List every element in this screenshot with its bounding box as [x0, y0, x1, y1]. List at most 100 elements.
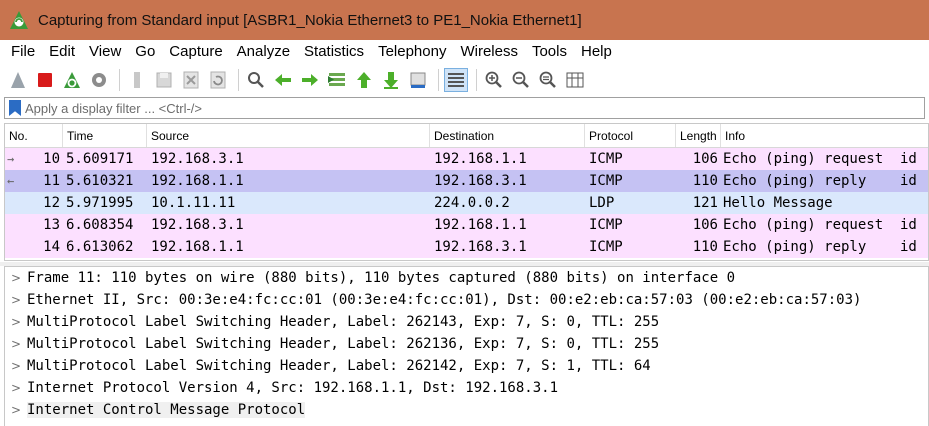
- column-header-destination[interactable]: Destination: [430, 124, 585, 147]
- packet-protocol: LDP: [589, 195, 615, 211]
- go-last-button[interactable]: [379, 68, 403, 92]
- packet-time: 5.610321: [66, 173, 134, 189]
- menu-file[interactable]: File: [4, 40, 42, 64]
- packet-destination: 192.168.3.1: [434, 173, 527, 189]
- go-back-button[interactable]: [271, 68, 295, 92]
- open-file-icon: [134, 72, 140, 88]
- capture-options-button[interactable]: [87, 68, 111, 92]
- zoom-out-icon: [512, 71, 529, 88]
- stop-capture-button[interactable]: [33, 68, 57, 92]
- go-last-packet-icon: [384, 72, 398, 89]
- colorize-icon: [448, 73, 464, 87]
- tree-item-label: Internet Control Message Protocol: [27, 402, 306, 418]
- column-header-no[interactable]: No.: [5, 124, 63, 147]
- packet-list: No. Time Source Destination Protocol Len…: [4, 123, 929, 261]
- menu-telephony[interactable]: Telephony: [371, 40, 453, 64]
- packet-protocol: ICMP: [589, 239, 623, 255]
- resize-columns-button[interactable]: [563, 68, 587, 92]
- tree-item-ethernet[interactable]: > Ethernet II, Src: 00:3e:e4:fc:cc:01 (0…: [5, 289, 928, 311]
- menu-help[interactable]: Help: [574, 40, 619, 64]
- packet-list-header: No. Time Source Destination Protocol Len…: [5, 124, 928, 148]
- tree-item-ipv4[interactable]: > Internet Protocol Version 4, Src: 192.…: [5, 377, 928, 399]
- reply-arrow-icon: ←: [7, 174, 15, 188]
- packet-source: 192.168.3.1: [151, 151, 244, 167]
- column-header-source[interactable]: Source: [147, 124, 430, 147]
- tree-item-label: MultiProtocol Label Switching Header, La…: [27, 336, 660, 352]
- menu-view[interactable]: View: [82, 40, 128, 64]
- packet-length: 110: [692, 239, 718, 255]
- expand-chevron-icon[interactable]: >: [5, 359, 27, 373]
- reload-file-button[interactable]: [206, 68, 230, 92]
- tree-item-mpls-1[interactable]: > MultiProtocol Label Switching Header, …: [5, 311, 928, 333]
- packet-time: 6.608354: [66, 217, 134, 233]
- go-first-button[interactable]: [352, 68, 376, 92]
- table-row[interactable]: ← 11 5.610321 192.168.1.1 192.168.3.1 ICM…: [5, 170, 928, 192]
- packet-protocol: ICMP: [589, 217, 623, 233]
- column-header-length[interactable]: Length: [676, 124, 721, 147]
- colorize-button[interactable]: [444, 68, 468, 92]
- find-packet-button[interactable]: [244, 68, 268, 92]
- table-row[interactable]: → 10 5.609171 192.168.3.1 192.168.1.1 ICM…: [5, 148, 928, 170]
- restart-capture-icon: [64, 72, 80, 88]
- packet-details-tree: > Frame 11: 110 bytes on wire (880 bits)…: [4, 266, 929, 426]
- table-row[interactable]: 14 6.613062 192.168.1.1 192.168.3.1 ICMP…: [5, 236, 928, 258]
- packet-info: Echo (ping) reply id: [723, 239, 917, 255]
- display-filter-input[interactable]: [25, 99, 885, 117]
- column-header-protocol[interactable]: Protocol: [585, 124, 676, 147]
- expand-chevron-icon[interactable]: >: [5, 337, 27, 351]
- filter-bookmark-icon[interactable]: [9, 100, 21, 116]
- toolbar-separator: [119, 69, 120, 91]
- find-packet-icon: [248, 72, 264, 88]
- expand-chevron-icon[interactable]: >: [5, 381, 27, 395]
- table-row[interactable]: 12 5.971995 10.1.11.11 224.0.0.2 LDP 121…: [5, 192, 928, 214]
- menu-wireless[interactable]: Wireless: [453, 40, 525, 64]
- save-file-button[interactable]: [152, 68, 176, 92]
- restart-capture-button[interactable]: [60, 68, 84, 92]
- tree-item-mpls-3[interactable]: > MultiProtocol Label Switching Header, …: [5, 355, 928, 377]
- close-file-button[interactable]: [179, 68, 203, 92]
- zoom-normal-button[interactable]: [536, 68, 560, 92]
- display-filter-bar: [4, 97, 925, 119]
- expand-chevron-icon[interactable]: >: [5, 403, 27, 417]
- capture-options-icon: [92, 73, 106, 87]
- packet-length: 110: [692, 173, 718, 189]
- column-header-info[interactable]: Info: [721, 124, 928, 147]
- packet-time: 5.609171: [66, 151, 134, 167]
- zoom-out-button[interactable]: [509, 68, 533, 92]
- open-file-button[interactable]: [125, 68, 149, 92]
- title-bar: Capturing from Standard input [ASBR1_Nok…: [0, 0, 929, 40]
- packet-info: Echo (ping) reply id: [723, 173, 917, 189]
- tree-item-icmp[interactable]: > Internet Control Message Protocol: [5, 399, 928, 421]
- packet-no: 13: [43, 217, 60, 233]
- menu-tools[interactable]: Tools: [525, 40, 574, 64]
- autoscroll-button[interactable]: [406, 68, 430, 92]
- expand-chevron-icon[interactable]: >: [5, 293, 27, 307]
- expand-chevron-icon[interactable]: >: [5, 271, 27, 285]
- request-arrow-icon: →: [7, 152, 15, 166]
- menu-go[interactable]: Go: [128, 40, 162, 64]
- packet-length: 121: [692, 195, 718, 211]
- resize-columns-icon: [566, 72, 584, 88]
- menu-capture[interactable]: Capture: [162, 40, 229, 64]
- zoom-in-button[interactable]: [482, 68, 506, 92]
- menu-statistics[interactable]: Statistics: [297, 40, 371, 64]
- expand-chevron-icon[interactable]: >: [5, 315, 27, 329]
- start-capture-button[interactable]: [6, 68, 30, 92]
- table-row[interactable]: 13 6.608354 192.168.3.1 192.168.1.1 ICMP…: [5, 214, 928, 236]
- packet-destination: 192.168.1.1: [434, 151, 527, 167]
- menu-edit[interactable]: Edit: [42, 40, 82, 64]
- packet-time: 6.613062: [66, 239, 134, 255]
- toolbar-separator: [476, 69, 477, 91]
- packet-source: 192.168.1.1: [151, 239, 244, 255]
- packet-source: 192.168.1.1: [151, 173, 244, 189]
- go-forward-button[interactable]: [298, 68, 322, 92]
- go-to-packet-button[interactable]: [325, 68, 349, 92]
- menu-analyze[interactable]: Analyze: [230, 40, 297, 64]
- packet-source: 192.168.3.1: [151, 217, 244, 233]
- packet-source: 10.1.11.11: [151, 195, 236, 211]
- column-header-time[interactable]: Time: [63, 124, 147, 147]
- packet-destination: 192.168.3.1: [434, 239, 527, 255]
- tree-item-mpls-2[interactable]: > MultiProtocol Label Switching Header, …: [5, 333, 928, 355]
- tree-item-frame[interactable]: > Frame 11: 110 bytes on wire (880 bits)…: [5, 267, 928, 289]
- packet-protocol: ICMP: [589, 173, 623, 189]
